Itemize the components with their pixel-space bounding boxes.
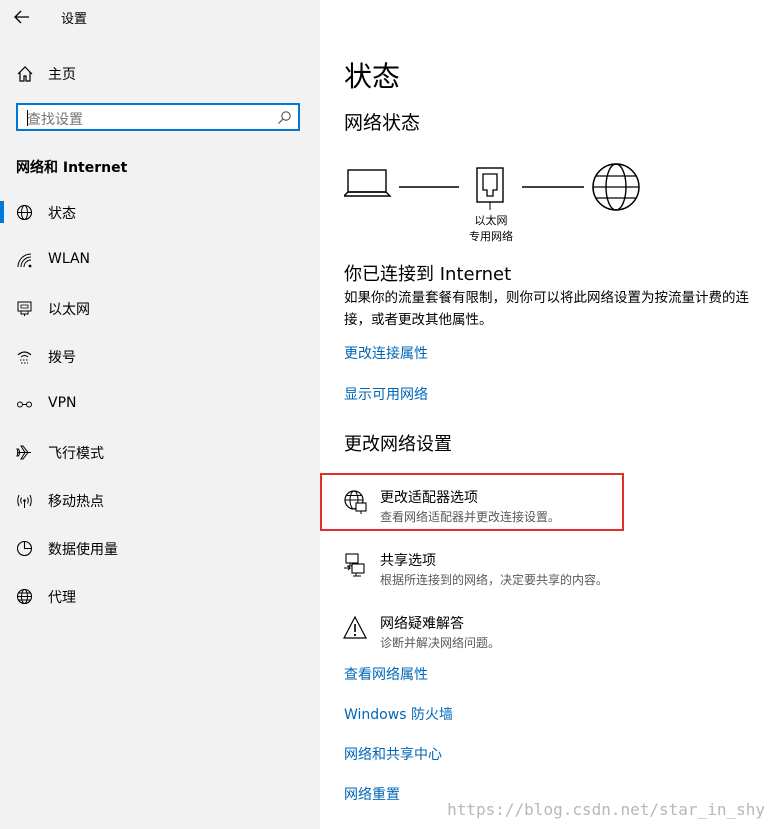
show-available-networks-link[interactable]: 显示可用网络 <box>344 384 428 404</box>
sidebar-item-label: WLAN <box>48 251 91 267</box>
connected-description: 如果你的流量套餐有限制，则你可以将此网络设置为按流量计费的连接，或者更改其他属性… <box>344 290 749 328</box>
hotspot-icon <box>17 494 32 508</box>
ethernet-port-icon <box>476 167 504 210</box>
option-description: 诊断并解决网络问题。 <box>380 636 501 650</box>
network-sharing-center-link[interactable]: 网络和共享中心 <box>344 744 442 764</box>
globe-status-icon <box>16 204 33 221</box>
sidebar-item-vpn[interactable]: VPN <box>0 384 320 424</box>
internet-globe-icon <box>592 163 640 211</box>
page-title: 状态 <box>344 60 401 93</box>
back-button[interactable] <box>10 6 34 28</box>
data-usage-icon <box>16 540 33 557</box>
network-status-heading: 网络状态 <box>344 112 421 134</box>
annotation-highlight-box <box>320 473 624 531</box>
title-bar: 设置 <box>0 0 320 34</box>
option-title: 网络疑难解答 <box>380 616 464 632</box>
home-label: 主页 <box>48 67 76 83</box>
sidebar-item-label: 状态 <box>48 206 76 222</box>
back-arrow-icon <box>14 10 29 24</box>
vpn-icon <box>17 401 32 408</box>
windows-firewall-link[interactable]: Windows 防火墙 <box>344 704 453 724</box>
change-network-settings-heading: 更改网络设置 <box>344 434 452 455</box>
view-network-properties-link[interactable]: 查看网络属性 <box>344 664 428 684</box>
connected-heading: 你已连接到 Internet <box>344 264 512 285</box>
globe-icon <box>16 588 33 605</box>
warning-icon <box>343 615 367 639</box>
sidebar-item-status[interactable]: 状态 <box>0 192 320 232</box>
sidebar: 设置 主页 查找设置 网络和 Internet 状态 WLAN 以太网 拨号 V… <box>0 0 320 829</box>
wifi-icon <box>17 253 32 268</box>
network-reset-link[interactable]: 网络重置 <box>344 784 400 804</box>
sidebar-item-mobile-hotspot[interactable]: 移动热点 <box>0 480 320 520</box>
section-title: 网络和 Internet <box>16 160 128 176</box>
option-title: 共享选项 <box>380 553 436 569</box>
home-nav-item[interactable]: 主页 <box>0 58 320 90</box>
sidebar-item-label: 数据使用量 <box>48 542 118 558</box>
network-type: 专用网络 <box>469 230 513 243</box>
network-diagram: 以太网 专用网络 <box>344 160 644 250</box>
sidebar-item-wlan[interactable]: WLAN <box>0 240 320 280</box>
dialup-icon <box>17 351 32 364</box>
app-title: 设置 <box>61 12 88 27</box>
watermark-text: https://blog.csdn.net/star_in_shy <box>447 800 765 819</box>
sidebar-item-label: 拨号 <box>48 350 76 366</box>
search-input[interactable]: 查找设置 <box>16 103 300 131</box>
search-placeholder: 查找设置 <box>27 112 83 128</box>
sidebar-item-data-usage[interactable]: 数据使用量 <box>0 528 320 568</box>
sidebar-item-label: 代理 <box>48 590 76 606</box>
main-content: 状态 网络状态 以太网 专用网络 你已连接到 Internet 如果你的流量套餐… <box>320 0 775 829</box>
network-troubleshooter[interactable]: 网络疑难解答 诊断并解决网络问题。 <box>320 613 775 663</box>
sidebar-item-airplane-mode[interactable]: 飞行模式 <box>0 432 320 472</box>
network-diagram-graphic <box>344 163 640 211</box>
laptop-icon <box>344 169 392 197</box>
sharing-options[interactable]: 共享选项 根据所连接到的网络，决定要共享的内容。 <box>320 550 775 600</box>
sidebar-item-dialup[interactable]: 拨号 <box>0 336 320 376</box>
ethernet-icon <box>17 301 32 316</box>
sidebar-item-ethernet[interactable]: 以太网 <box>0 288 320 328</box>
option-description: 根据所连接到的网络，决定要共享的内容。 <box>380 573 609 587</box>
search-icon <box>278 111 291 124</box>
sidebar-item-label: 飞行模式 <box>48 446 104 462</box>
sidebar-item-label: VPN <box>48 395 77 411</box>
change-connection-properties-link[interactable]: 更改连接属性 <box>344 343 428 363</box>
airplane-icon <box>16 445 31 460</box>
sidebar-item-label: 以太网 <box>48 302 90 318</box>
sharing-icon <box>344 553 365 577</box>
home-icon <box>17 66 33 82</box>
adapter-name: 以太网 <box>474 214 508 227</box>
sidebar-item-proxy[interactable]: 代理 <box>0 576 320 616</box>
sidebar-item-label: 移动热点 <box>48 494 104 510</box>
